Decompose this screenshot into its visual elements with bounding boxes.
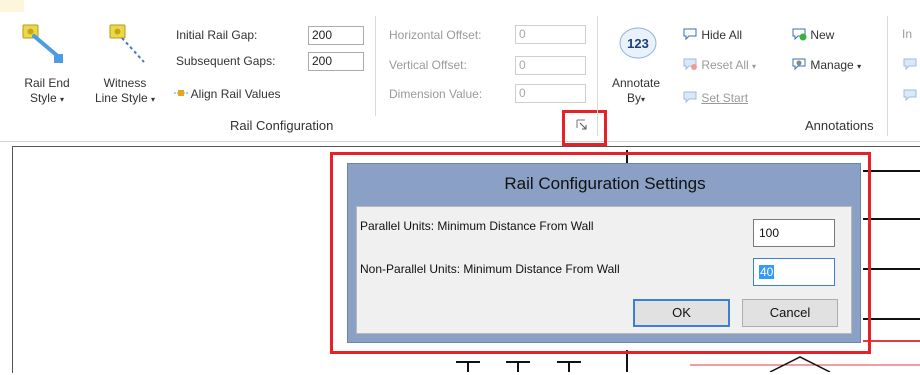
witness-line-style-label-1: Witness (103, 76, 147, 90)
align-rail-values-label: Align Rail Values (190, 87, 281, 101)
drawing-line (467, 361, 469, 372)
horizontal-offset-input[interactable]: 0 (515, 25, 586, 44)
gear-icon (791, 57, 807, 71)
dialog-title: Rail Configuration Settings (504, 174, 706, 193)
annotate-by-label-1: Annotate (611, 76, 661, 90)
chevron-down-icon: ▾ (752, 62, 757, 71)
selected-text: 40 (759, 265, 775, 279)
drawing-line (517, 361, 519, 372)
vertical-offset-label: Vertical Offset: (389, 58, 467, 72)
drawing-line (863, 318, 920, 320)
annotations-group-label: Annotations (805, 118, 874, 133)
new-label: New (810, 28, 835, 42)
hide-all-button[interactable]: Hide All (682, 27, 742, 42)
rail-configuration-dialog: Rail Configuration Settings Parallel Uni… (347, 163, 861, 343)
dialog-launcher-icon[interactable] (576, 119, 588, 131)
annotate-by-button[interactable]: Annotate By▾ (604, 76, 668, 107)
partial-icon (902, 57, 918, 71)
chevron-down-icon: ▾ (641, 95, 646, 104)
rail-configuration-group-label: Rail Configuration (230, 118, 334, 133)
new-annotation-icon (791, 27, 807, 41)
set-start-button[interactable]: Set Start (682, 90, 748, 105)
ok-button[interactable]: OK (633, 299, 730, 327)
separator (375, 16, 376, 116)
chevron-down-icon: ▾ (857, 62, 862, 71)
drawing-line (863, 218, 920, 220)
manage-button[interactable]: Manage ▾ (791, 57, 861, 72)
horizontal-offset-label: Horizontal Offset: (389, 28, 482, 42)
drawing-shape (690, 355, 920, 373)
hide-all-label: Hide All (701, 28, 743, 42)
next-group-partial-label: In (902, 27, 913, 41)
separator (597, 16, 598, 136)
set-start-icon (682, 90, 698, 104)
partial-icon (902, 88, 918, 102)
rail-end-style-label-2: Style (29, 91, 57, 105)
new-button[interactable]: New (791, 27, 834, 42)
initial-rail-gap-input[interactable]: 200 (308, 26, 364, 45)
cancel-button[interactable]: Cancel (742, 299, 838, 327)
drawing-line (863, 268, 920, 270)
chevron-down-icon: ▾ (60, 95, 65, 104)
set-start-label: Set Start (701, 91, 749, 105)
dimension-value-label: Dimension Value: (389, 87, 483, 101)
align-rail-icon (174, 85, 188, 96)
non-parallel-units-input[interactable]: 40 (753, 258, 835, 286)
rail-end-style-button[interactable]: Rail End Style ▾ (17, 76, 77, 107)
reset-all-button[interactable]: Reset All ▾ (682, 57, 756, 72)
annotate-by-label-2: By (626, 91, 641, 105)
annotate-badge-text: 123 (627, 36, 649, 51)
manage-label: Manage (810, 58, 854, 72)
separator (887, 16, 888, 136)
align-rail-values-button[interactable]: Align Rail Values (174, 87, 281, 101)
reset-all-label: Reset All (701, 58, 749, 72)
rail-end-style-icon (20, 22, 72, 68)
non-parallel-units-label: Non-Parallel Units: Minimum Distance Fro… (360, 262, 620, 276)
reset-icon (682, 57, 698, 71)
rail-end-style-label-1: Rail End (24, 76, 70, 90)
chevron-down-icon: ▾ (151, 95, 156, 104)
subsequent-gaps-input[interactable]: 200 (308, 52, 364, 71)
annotate-badge-icon: 123 (618, 26, 658, 64)
vertical-offset-input[interactable]: 0 (515, 56, 586, 75)
tab-highlight (0, 0, 24, 12)
dialog-body: Parallel Units: Minimum Distance From Wa… (356, 206, 852, 334)
ribbon: Rail End Style ▾ Witness Line Style ▾ In… (0, 0, 920, 146)
witness-line-style-button[interactable]: Witness Line Style ▾ (88, 76, 162, 107)
witness-line-style-icon (100, 22, 152, 68)
drawing-line (863, 170, 920, 172)
initial-rail-gap-label: Initial Rail Gap: (176, 28, 258, 42)
drawing-line-red (863, 340, 920, 342)
subsequent-gaps-label: Subsequent Gaps: (176, 54, 276, 68)
dimension-value-input[interactable]: 0 (515, 84, 586, 103)
parallel-units-input[interactable]: 100 (753, 219, 835, 247)
parallel-units-label: Parallel Units: Minimum Distance From Wa… (360, 219, 594, 233)
drawing-line (568, 361, 570, 372)
witness-line-style-label-2: Line Style (94, 91, 148, 105)
speech-bubble-icon (682, 27, 698, 41)
